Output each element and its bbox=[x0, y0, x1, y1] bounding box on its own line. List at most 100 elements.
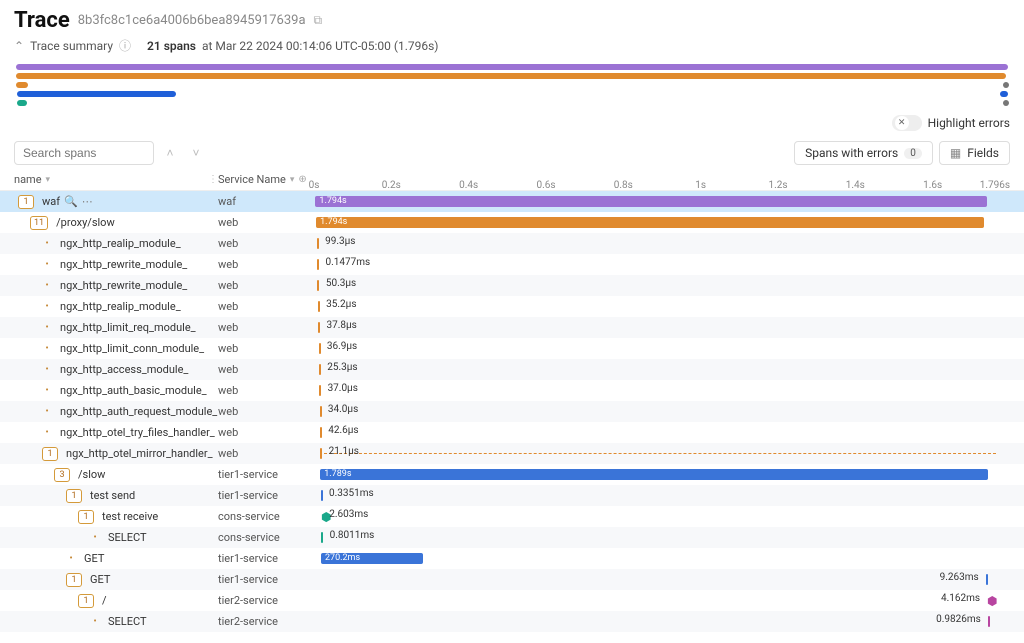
service-name: waf bbox=[218, 195, 314, 208]
duration-label: 36.9µs bbox=[327, 341, 357, 352]
fields-button[interactable]: ▦ Fields bbox=[939, 141, 1010, 165]
duration-label: 37.8µs bbox=[327, 320, 357, 331]
child-count-badge[interactable]: 1 bbox=[66, 573, 82, 587]
span-timeline[interactable]: 0.9826ms bbox=[314, 611, 1010, 632]
child-count-badge[interactable]: 1 bbox=[66, 489, 82, 503]
error-count-badge: 0 bbox=[904, 148, 922, 159]
span-row[interactable]: 1ngx_http_otel_mirror_handler_web21.1µs bbox=[0, 443, 1024, 464]
span-name: ngx_http_access_module_ bbox=[60, 363, 188, 376]
child-count-badge[interactable]: 1 bbox=[78, 510, 94, 524]
span-row[interactable]: •ngx_http_rewrite_module_web50.3µs bbox=[0, 275, 1024, 296]
highlight-errors-toggle[interactable]: ✕ Highlight errors bbox=[0, 113, 1024, 137]
span-row[interactable]: 1/tier2-service⬢4.162ms bbox=[0, 590, 1024, 611]
span-timeline[interactable]: 1.794s bbox=[314, 191, 1010, 212]
span-timeline[interactable]: 37.0µs bbox=[314, 380, 1010, 401]
overview-minimap[interactable] bbox=[0, 62, 1024, 113]
span-row[interactable]: •ngx_http_rewrite_module_web0.1477ms bbox=[0, 254, 1024, 275]
span-row[interactable]: 11/proxy/slow web1.794s bbox=[0, 212, 1024, 233]
more-icon[interactable]: ⋯ bbox=[82, 195, 93, 208]
service-name: cons-service bbox=[218, 531, 314, 544]
span-row[interactable]: 3/slowtier1-service1.789s bbox=[0, 464, 1024, 485]
span-timeline[interactable]: 36.9µs bbox=[314, 338, 1010, 359]
sort-icon[interactable]: ▾ bbox=[290, 175, 295, 185]
span-timeline[interactable]: 0.3351ms bbox=[314, 485, 1010, 506]
span-timeline[interactable]: 9.263ms bbox=[314, 569, 1010, 590]
duration-bar: 270.2ms bbox=[321, 553, 423, 564]
spans-with-errors-button[interactable]: Spans with errors 0 bbox=[794, 141, 933, 165]
span-timeline[interactable]: ⬢4.162ms bbox=[314, 590, 1010, 611]
next-match-button[interactable]: ˅ bbox=[186, 142, 206, 164]
leaf-dot-icon: • bbox=[42, 322, 52, 333]
span-row[interactable]: •ngx_http_limit_conn_module_web36.9µs bbox=[0, 338, 1024, 359]
filter-icon[interactable]: ⊕ bbox=[298, 174, 306, 185]
timeline-tick: 0.2s bbox=[382, 180, 401, 191]
span-row[interactable]: •SELECTtier2-service0.9826ms bbox=[0, 611, 1024, 632]
span-timeline[interactable]: 99.3µs bbox=[314, 233, 1010, 254]
duration-label: 0.3351ms bbox=[329, 488, 374, 499]
duration-tick bbox=[319, 385, 321, 396]
span-row[interactable]: 1test sendtier1-service0.3351ms bbox=[0, 485, 1024, 506]
span-row[interactable]: •GETtier1-service270.2ms bbox=[0, 548, 1024, 569]
span-timeline[interactable]: 37.8µs bbox=[314, 317, 1010, 338]
service-name: web bbox=[218, 384, 314, 397]
timeline-tick: 0s bbox=[309, 180, 320, 191]
service-name: web bbox=[218, 300, 314, 313]
prev-match-button[interactable]: ˄ bbox=[160, 142, 180, 164]
service-name: tier1-service bbox=[218, 573, 314, 586]
span-name: /proxy/slow bbox=[56, 216, 115, 229]
span-timeline[interactable]: 270.2ms bbox=[314, 548, 1010, 569]
span-timeline[interactable]: 1.789s bbox=[314, 464, 1010, 485]
span-timeline[interactable]: 25.3µs bbox=[314, 359, 1010, 380]
span-timeline[interactable]: 42.6µs bbox=[314, 422, 1010, 443]
span-row[interactable]: •ngx_http_realip_module_web35.2µs bbox=[0, 296, 1024, 317]
duration-tick bbox=[321, 490, 323, 501]
child-count-badge[interactable]: 11 bbox=[30, 216, 48, 230]
info-icon[interactable]: ⓘ bbox=[119, 37, 131, 54]
leaf-dot-icon: • bbox=[42, 238, 52, 249]
search-spans-input[interactable] bbox=[14, 141, 154, 165]
col-header-service[interactable]: Service Name ▾ ⊕ bbox=[218, 173, 314, 186]
span-name: SELECT bbox=[108, 531, 147, 544]
event-hex-icon: ⬢ bbox=[987, 594, 997, 608]
span-timeline[interactable]: 35.2µs bbox=[314, 296, 1010, 317]
column-resize-handle[interactable]: ⋮ bbox=[208, 174, 218, 185]
span-row[interactable]: •ngx_http_limit_req_module_web37.8µs bbox=[0, 317, 1024, 338]
search-icon[interactable]: 🔍 bbox=[64, 195, 78, 208]
span-timeline[interactable]: 1.794s bbox=[314, 212, 1010, 233]
span-row[interactable]: •ngx_http_auth_basic_module_web37.0µs bbox=[0, 380, 1024, 401]
duration-tick bbox=[319, 343, 321, 354]
span-row[interactable]: 1waf 🔍 ⋯waf1.794s bbox=[0, 191, 1024, 212]
highlight-errors-label: Highlight errors bbox=[928, 116, 1010, 130]
leaf-dot-icon: • bbox=[42, 343, 52, 354]
duration-tick bbox=[317, 259, 319, 270]
span-row[interactable]: 1test receivecons-service⬢2.603ms bbox=[0, 506, 1024, 527]
span-row[interactable]: •ngx_http_access_module_web25.3µs bbox=[0, 359, 1024, 380]
child-count-badge[interactable]: 3 bbox=[54, 468, 70, 482]
sort-icon[interactable]: ▾ bbox=[46, 175, 51, 185]
col-header-name[interactable]: name ▾ ⋮ bbox=[14, 173, 218, 186]
trace-summary-bar[interactable]: ⌃ Trace summary ⓘ 21 spans at Mar 22 202… bbox=[0, 37, 1024, 62]
span-row[interactable]: •ngx_http_realip_module_web99.3µs bbox=[0, 233, 1024, 254]
toolbar: ˄ ˅ Spans with errors 0 ▦ Fields bbox=[0, 137, 1024, 169]
service-name: web bbox=[218, 342, 314, 355]
span-timeline[interactable]: 0.8011ms bbox=[314, 527, 1010, 548]
span-timeline[interactable]: 21.1µs bbox=[314, 443, 1010, 464]
span-timeline[interactable]: 50.3µs bbox=[314, 275, 1010, 296]
duration-label: 42.6µs bbox=[328, 425, 358, 436]
collapse-icon[interactable]: ⌃ bbox=[14, 39, 24, 53]
span-row[interactable]: •ngx_http_otel_try_files_handler_web42.6… bbox=[0, 422, 1024, 443]
copy-icon[interactable]: ⧉ bbox=[314, 13, 323, 28]
service-name: web bbox=[218, 216, 314, 229]
span-row[interactable]: •ngx_http_auth_request_module_web34.0µs bbox=[0, 401, 1024, 422]
span-row[interactable]: 1GETtier1-service9.263ms bbox=[0, 569, 1024, 590]
child-count-badge[interactable]: 1 bbox=[42, 447, 58, 461]
child-count-badge[interactable]: 1 bbox=[78, 594, 94, 608]
span-timeline[interactable]: 34.0µs bbox=[314, 401, 1010, 422]
duration-tick bbox=[320, 448, 322, 459]
span-row[interactable]: •SELECTcons-service0.8011ms bbox=[0, 527, 1024, 548]
span-timeline[interactable]: ⬢2.603ms bbox=[314, 506, 1010, 527]
child-count-badge[interactable]: 1 bbox=[18, 195, 34, 209]
duration-label: 9.263ms bbox=[940, 572, 979, 583]
span-timeline[interactable]: 0.1477ms bbox=[314, 254, 1010, 275]
close-icon[interactable]: ✕ bbox=[895, 116, 909, 130]
